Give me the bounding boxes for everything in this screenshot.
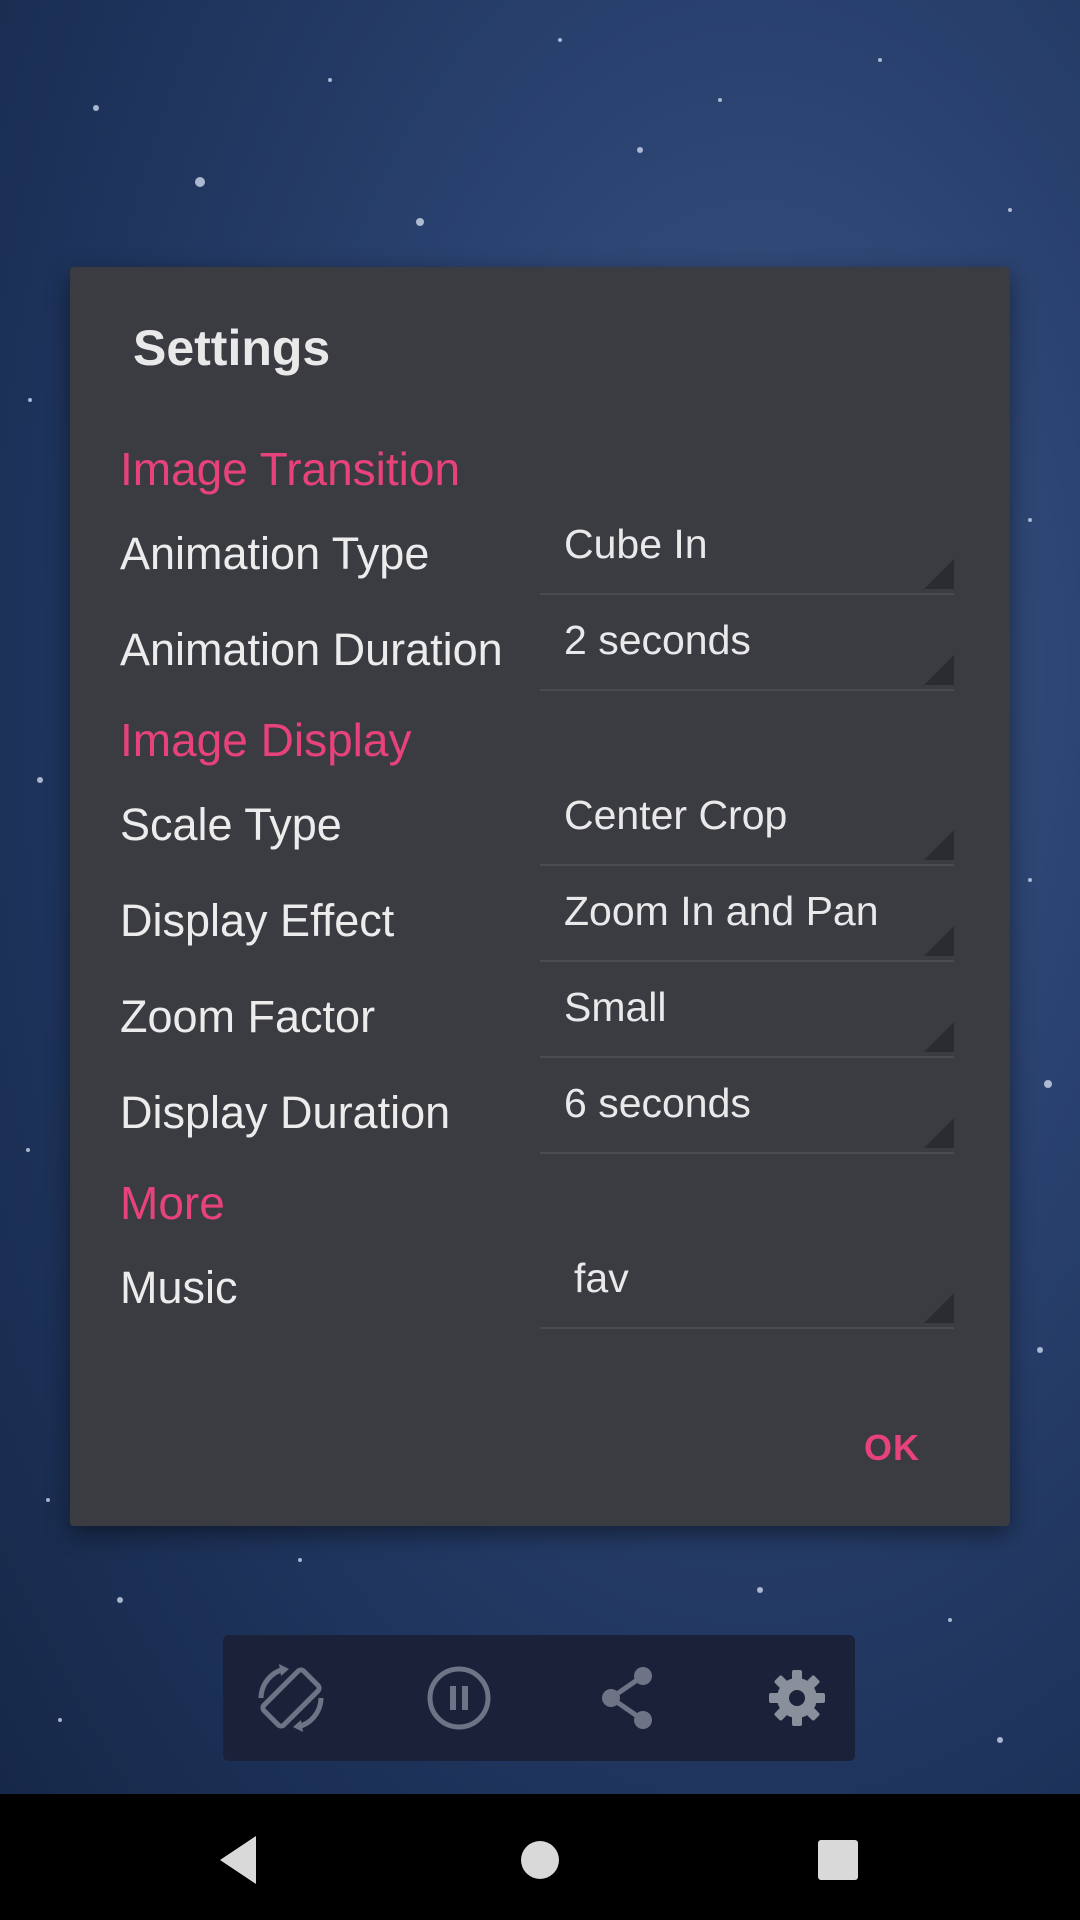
dropdown-arrow-icon xyxy=(924,926,954,956)
pause-button[interactable] xyxy=(419,1658,499,1738)
music-value: fav xyxy=(574,1255,629,1301)
share-icon xyxy=(602,1667,652,1729)
animation-duration-value: 2 seconds xyxy=(564,617,751,663)
display-effect-value: Zoom In and Pan xyxy=(564,888,879,934)
zoom-factor-label: Zoom Factor xyxy=(120,991,376,1042)
dialog-title: Settings xyxy=(133,320,331,376)
animation-duration-spinner[interactable]: 2 seconds xyxy=(540,607,954,691)
settings-dialog: Settings Image Transition Animation Type… xyxy=(70,267,1010,1526)
back-button[interactable] xyxy=(210,1830,270,1895)
section-header-more: More xyxy=(120,1177,225,1229)
section-header-image-display: Image Display xyxy=(120,714,412,766)
settings-gear-icon xyxy=(769,1670,825,1726)
home-icon xyxy=(521,1841,559,1879)
section-header-image-transition: Image Transition xyxy=(120,443,461,495)
scale-type-spinner[interactable]: Center Crop xyxy=(540,782,954,866)
dropdown-arrow-icon xyxy=(924,1118,954,1148)
ok-button[interactable]: OK xyxy=(864,1427,920,1469)
dropdown-arrow-icon xyxy=(924,559,954,589)
slideshow-toolbar xyxy=(223,1635,855,1761)
animation-type-label: Animation Type xyxy=(120,528,430,579)
display-duration-spinner[interactable]: 6 seconds xyxy=(540,1070,954,1154)
display-effect-label: Display Effect xyxy=(120,895,395,946)
settings-button[interactable] xyxy=(757,1658,837,1738)
scale-type-label: Scale Type xyxy=(120,799,342,850)
animation-duration-label: Animation Duration xyxy=(120,624,503,675)
slideshow-screen: Settings Image Transition Animation Type… xyxy=(0,0,1080,1920)
dropdown-arrow-icon xyxy=(924,1293,954,1323)
dropdown-arrow-icon xyxy=(924,830,954,860)
system-navigation-bar xyxy=(0,1794,1080,1920)
animation-type-spinner[interactable]: Cube In xyxy=(540,511,954,595)
dropdown-arrow-icon xyxy=(924,1022,954,1052)
screen-rotation-icon xyxy=(258,1664,324,1732)
share-button[interactable] xyxy=(589,1658,669,1738)
zoom-factor-value: Small xyxy=(564,984,667,1030)
pause-icon xyxy=(427,1666,491,1730)
display-effect-spinner[interactable]: Zoom In and Pan xyxy=(540,878,954,962)
scale-type-value: Center Crop xyxy=(564,792,788,838)
display-duration-value: 6 seconds xyxy=(564,1080,751,1126)
music-spinner[interactable]: fav xyxy=(540,1245,954,1329)
home-button[interactable] xyxy=(510,1830,570,1895)
back-icon xyxy=(220,1836,256,1884)
screen-rotation-button[interactable] xyxy=(251,1658,331,1738)
animation-type-value: Cube In xyxy=(564,521,708,567)
music-label: Music xyxy=(120,1262,238,1313)
recents-button[interactable] xyxy=(808,1830,868,1895)
zoom-factor-spinner[interactable]: Small xyxy=(540,974,954,1058)
dropdown-arrow-icon xyxy=(924,655,954,685)
display-duration-label: Display Duration xyxy=(120,1087,451,1138)
recents-icon xyxy=(818,1840,858,1880)
